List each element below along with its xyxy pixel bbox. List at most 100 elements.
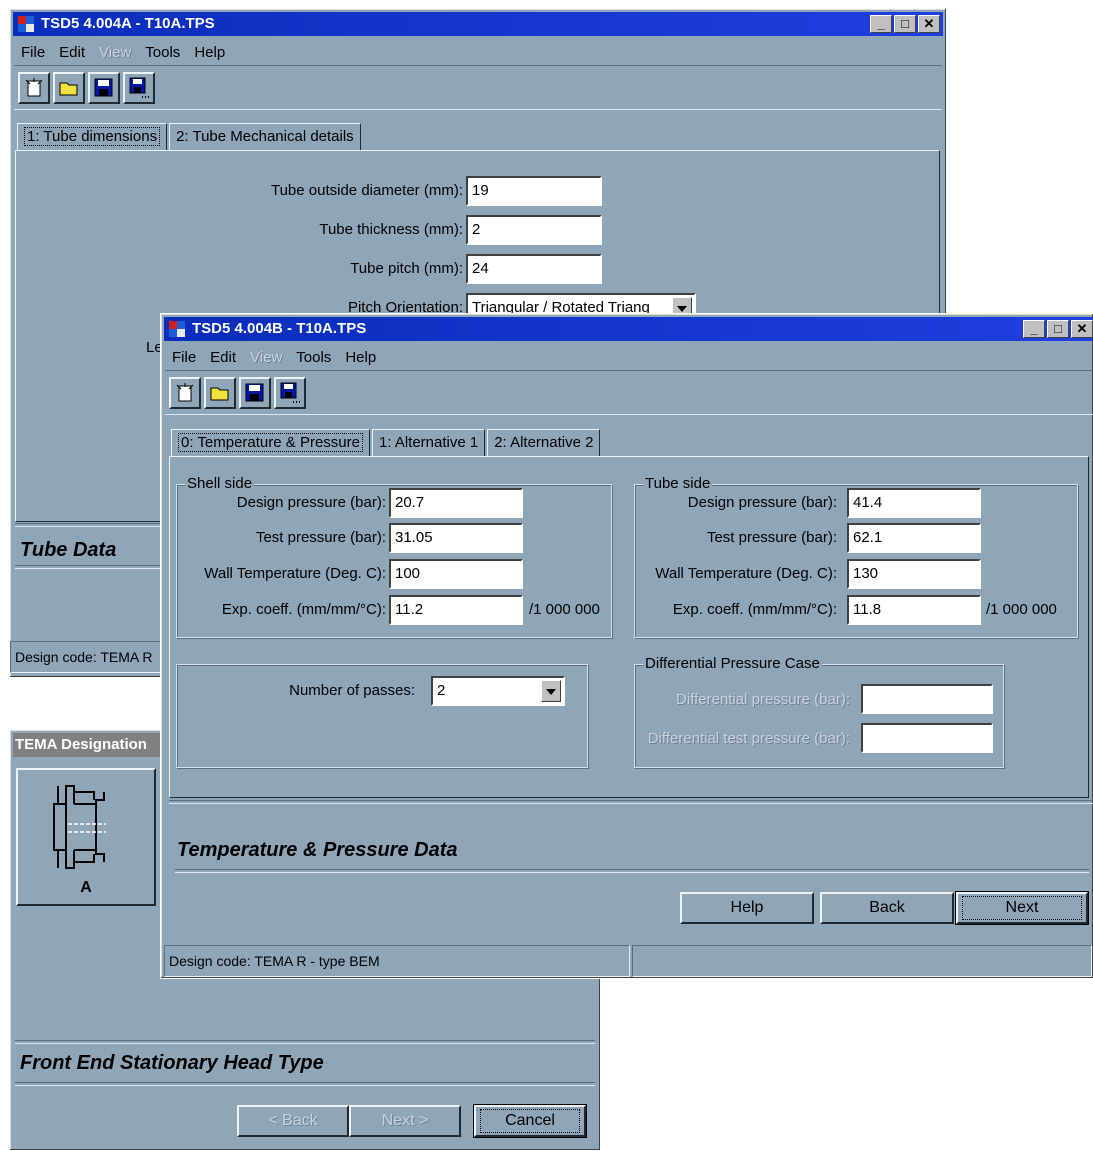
- tube-side-title: Tube side: [643, 475, 713, 492]
- new-file-button[interactable]: [169, 377, 201, 409]
- window-a-tabs: 1: Tube dimensions 2: Tube Mechanical de…: [17, 123, 363, 151]
- shell-test-pressure-label: Test pressure (bar):: [255, 529, 386, 546]
- save-icon: [245, 383, 264, 402]
- menu-tools[interactable]: Tools: [289, 344, 338, 371]
- window-b-statusbar: Design code: TEMA R - type BEM: [164, 945, 630, 977]
- tab-tube-mechanical[interactable]: 2: Tube Mechanical details: [169, 123, 361, 151]
- app-icon: [18, 16, 34, 32]
- menu-help[interactable]: Help: [338, 344, 383, 371]
- differential-test-pressure-input[interactable]: [861, 723, 993, 753]
- differential-pressure-title: Differential Pressure Case: [643, 655, 822, 672]
- tube-design-pressure-input[interactable]: 41.4: [847, 488, 981, 518]
- differential-test-pressure-label: Differential test pressure (bar):: [647, 730, 850, 747]
- save-as-icon: [129, 77, 149, 98]
- tab-alternative-1[interactable]: 1: Alternative 1: [371, 429, 486, 457]
- tema-separator: [15, 1040, 595, 1044]
- window-b-menubar: File Edit View Tools Help: [165, 344, 383, 368]
- head-type-letter: A: [80, 879, 92, 896]
- differential-pressure-label: Differential pressure (bar):: [676, 691, 850, 708]
- window-b-separator-2: [175, 869, 1089, 873]
- tab-alternative-2[interactable]: 2: Alternative 2: [487, 429, 601, 457]
- close-button[interactable]: ✕: [918, 15, 940, 33]
- menu-file[interactable]: File: [165, 344, 203, 371]
- menu-help[interactable]: Help: [187, 39, 232, 66]
- tube-design-pressure-label: Design pressure (bar):: [687, 494, 837, 511]
- tube-pitch-label: Tube pitch (mm):: [350, 260, 463, 277]
- tube-od-label: Tube outside diameter (mm):: [270, 182, 463, 199]
- window-b-toolbar: [165, 370, 1093, 415]
- tube-od-input[interactable]: 19: [466, 176, 602, 206]
- help-button[interactable]: Help: [680, 892, 814, 924]
- new-file-icon: [176, 383, 194, 402]
- window-a-section-title: Tube Data: [20, 539, 117, 561]
- save-as-icon: [280, 382, 300, 403]
- save-button[interactable]: [239, 377, 271, 409]
- passes-select[interactable]: 2: [431, 676, 565, 706]
- new-file-icon: [25, 78, 43, 97]
- head-type-a-button[interactable]: A: [16, 768, 156, 906]
- tube-wall-temp-label: Wall Temperature (Deg. C):: [655, 565, 837, 582]
- dropdown-arrow-icon[interactable]: [541, 680, 561, 702]
- tube-exp-coeff-input[interactable]: 11.8: [847, 595, 981, 625]
- passes-label: Number of passes:: [289, 682, 415, 699]
- folder-icon: [59, 82, 78, 96]
- menu-edit[interactable]: Edit: [203, 344, 243, 371]
- tube-wall-temp-input[interactable]: 130: [847, 559, 981, 589]
- save-as-button[interactable]: [123, 72, 155, 104]
- menu-view[interactable]: View: [92, 39, 138, 66]
- menu-tools[interactable]: Tools: [138, 39, 187, 66]
- shell-exp-unit: /1 000 000: [529, 601, 600, 618]
- back-button[interactable]: Back: [820, 892, 954, 924]
- tema-cancel-button[interactable]: Cancel: [473, 1104, 587, 1138]
- save-icon: [94, 78, 113, 97]
- tube-test-pressure-input[interactable]: 62.1: [847, 523, 981, 553]
- window-a-titlebar[interactable]: TSD5 4.004A - T10A.TPS _ □ ✕: [13, 12, 943, 36]
- window-b-titlebar[interactable]: TSD5 4.004B - T10A.TPS _ □ ✕: [164, 317, 1093, 341]
- tube-thickness-label: Tube thickness (mm):: [319, 221, 463, 238]
- tab-temperature-pressure[interactable]: 0: Temperature & Pressure: [171, 429, 370, 457]
- shell-test-pressure-input[interactable]: 31.05: [389, 523, 523, 553]
- shell-wall-temp-input[interactable]: 100: [389, 559, 523, 589]
- window-b-statusbar-2: [632, 945, 1092, 977]
- window-a-menubar: File Edit View Tools Help: [14, 39, 232, 63]
- shell-side-title: Shell side: [185, 475, 255, 492]
- window-b-tabs: 0: Temperature & Pressure 1: Alternative…: [171, 429, 602, 457]
- menu-file[interactable]: File: [14, 39, 52, 66]
- new-file-button[interactable]: [18, 72, 50, 104]
- next-button[interactable]: Next: [955, 891, 1089, 925]
- menu-edit[interactable]: Edit: [52, 39, 92, 66]
- front-head-a-icon: [53, 785, 106, 869]
- tab-tube-dimensions[interactable]: 1: Tube dimensions: [17, 123, 168, 151]
- window-b: TSD5 4.004B - T10A.TPS _ □ ✕ File Edit V…: [160, 313, 1093, 979]
- window-b-title: TSD5 4.004B - T10A.TPS: [192, 320, 367, 337]
- window-a-toolbar: [14, 65, 942, 110]
- tema-separator-2: [15, 1082, 595, 1086]
- minimize-button[interactable]: _: [870, 15, 892, 33]
- folder-icon: [210, 387, 229, 401]
- tema-back-button[interactable]: < Back: [237, 1105, 349, 1137]
- maximize-button[interactable]: □: [894, 15, 916, 33]
- open-file-button[interactable]: [53, 72, 85, 104]
- shell-exp-coeff-input[interactable]: 11.2: [389, 595, 523, 625]
- tube-pitch-input[interactable]: 24: [466, 254, 602, 284]
- tema-section-title: Front End Stationary Head Type: [20, 1052, 324, 1074]
- differential-pressure-input[interactable]: [861, 684, 993, 714]
- open-file-button[interactable]: [204, 377, 236, 409]
- shell-design-pressure-label: Design pressure (bar):: [236, 494, 386, 511]
- window-b-section-title: Temperature & Pressure Data: [177, 839, 458, 861]
- tube-thickness-input[interactable]: 2: [466, 215, 602, 245]
- minimize-button[interactable]: _: [1023, 320, 1045, 338]
- menu-view[interactable]: View: [243, 344, 289, 371]
- shell-exp-coeff-label: Exp. coeff. (mm/mm/°C):: [221, 601, 386, 618]
- tube-test-pressure-label: Test pressure (bar):: [706, 529, 837, 546]
- maximize-button[interactable]: □: [1047, 320, 1069, 338]
- shell-design-pressure-input[interactable]: 20.7: [389, 488, 523, 518]
- tema-title: TEMA Designation: [15, 736, 147, 753]
- tube-exp-coeff-label: Exp. coeff. (mm/mm/°C):: [672, 601, 837, 618]
- save-as-button[interactable]: [274, 377, 306, 409]
- tema-next-button[interactable]: Next >: [349, 1105, 461, 1137]
- close-button[interactable]: ✕: [1071, 320, 1093, 338]
- save-button[interactable]: [88, 72, 120, 104]
- window-a-title: TSD5 4.004A - T10A.TPS: [41, 15, 215, 32]
- shell-wall-temp-label: Wall Temperature (Deg. C):: [204, 565, 386, 582]
